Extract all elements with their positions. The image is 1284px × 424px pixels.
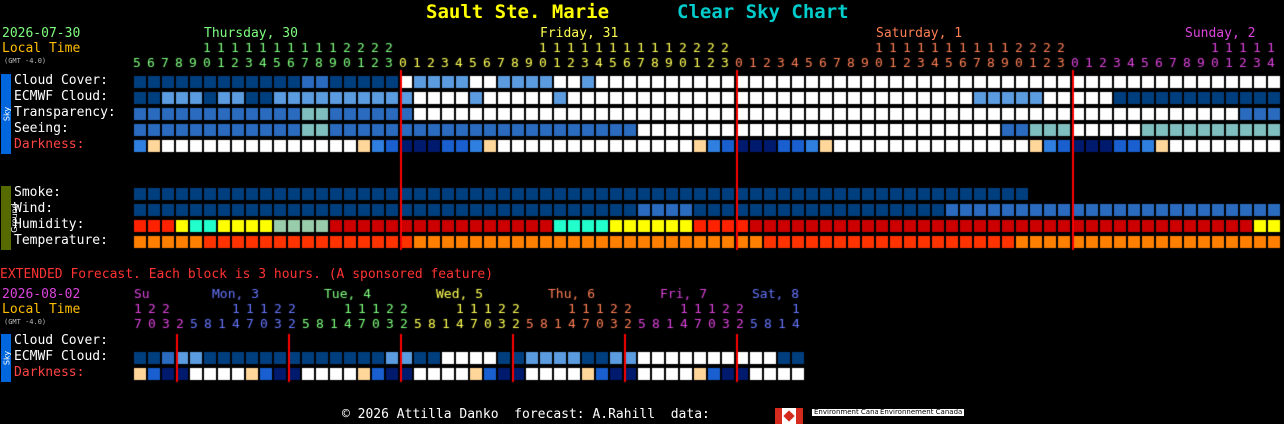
extended-local-time: Local Time — [2, 302, 81, 317]
row-label-smoke: Smoke: — [14, 185, 61, 200]
row-label-transparency: Transparency: — [14, 105, 116, 120]
ext-row-label-darkness: Darkness: — [14, 365, 85, 380]
extended-note: EXTENDED Forecast. Each block is 3 hours… — [0, 267, 494, 282]
forecast-heatmap — [0, 0, 1284, 424]
row-label-temperature: Temperature: — [14, 233, 108, 248]
ext-row-label-cloud: Cloud Cover: — [14, 333, 108, 348]
gmt-offset: (GMT -4.0) — [4, 57, 47, 65]
row-label-darkness: Darkness: — [14, 137, 85, 152]
row-label-wind: Wind: — [14, 201, 54, 216]
extended-date: 2026-08-02 — [2, 287, 81, 302]
day-label-1: Friday, 31 — [540, 26, 619, 41]
env-canada-fr: Environnement Canada — [878, 408, 965, 416]
sky-tag: Sky — [1, 74, 12, 154]
day-label-2: Saturday, 1 — [876, 26, 963, 41]
ground-tag: Ground — [1, 186, 19, 250]
row-label-cloud: Cloud Cover: — [14, 73, 108, 88]
day-label-0: Thursday, 30 — [204, 26, 298, 41]
local-time-label: Local Time — [2, 41, 81, 56]
main-date: 2026-07-30 — [2, 26, 81, 41]
extended-sky-tag: Sky — [1, 334, 12, 382]
day-label-3: Sunday, 2 — [1185, 26, 1256, 41]
page-title: Sault Ste. Marie — [426, 1, 610, 23]
canada-flag-icon — [775, 408, 803, 424]
row-label-humidity: Humidity: — [14, 217, 85, 232]
ext-row-label-ecmwf: ECMWF Cloud: — [14, 349, 108, 364]
footer-credit: © 2026 Attilla Danko forecast: A.Rahill … — [342, 407, 710, 422]
row-label-ecmwf: ECMWF Cloud: — [14, 89, 108, 104]
page-subtitle: Clear Sky Chart — [677, 1, 849, 23]
extended-gmt: (GMT -4.0) — [4, 318, 47, 326]
row-label-seeing: Seeing: — [14, 121, 69, 136]
